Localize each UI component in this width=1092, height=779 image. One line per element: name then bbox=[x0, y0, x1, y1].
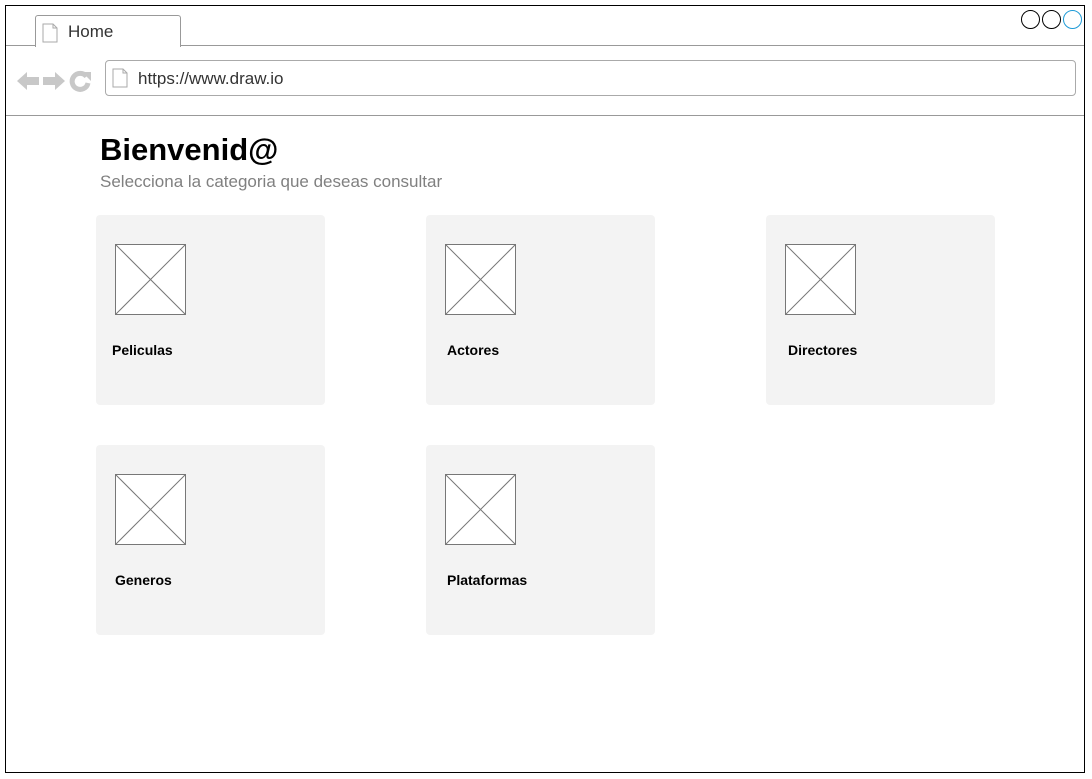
image-placeholder-icon bbox=[115, 474, 186, 545]
nav-buttons bbox=[16, 69, 92, 93]
close-button[interactable] bbox=[1063, 10, 1082, 29]
category-card-actores[interactable]: Actores bbox=[426, 215, 655, 405]
image-placeholder-icon bbox=[785, 244, 856, 315]
url-text[interactable]: https://www.draw.io bbox=[138, 69, 284, 89]
category-card-plataformas[interactable]: Plataformas bbox=[426, 445, 655, 635]
tab-label: Home bbox=[68, 22, 114, 41]
window-controls bbox=[1021, 10, 1082, 29]
category-label: Directores bbox=[788, 342, 858, 358]
page-title: Bienvenid@ bbox=[100, 132, 279, 167]
category-label: Generos bbox=[115, 572, 172, 588]
category-label: Actores bbox=[447, 342, 500, 358]
browser-window: Home https://www.draw.io Bienvenid@ Sele… bbox=[5, 5, 1085, 773]
arrow-right-icon[interactable] bbox=[42, 70, 66, 92]
category-label: Peliculas bbox=[112, 342, 173, 358]
minimize-button[interactable] bbox=[1021, 10, 1040, 29]
navigation-bar: https://www.draw.io bbox=[6, 46, 1084, 116]
page-subtitle: Selecciona la categoria que deseas consu… bbox=[100, 172, 443, 191]
tab-home[interactable]: Home bbox=[35, 15, 181, 47]
page-icon bbox=[112, 68, 128, 93]
category-card-peliculas[interactable]: Peliculas bbox=[96, 215, 325, 405]
image-placeholder-icon bbox=[445, 474, 516, 545]
tab-bar: Home bbox=[6, 6, 1084, 47]
category-card-directores[interactable]: Directores bbox=[766, 215, 995, 405]
address-bar[interactable]: https://www.draw.io bbox=[105, 60, 1076, 96]
arrow-left-icon[interactable] bbox=[16, 70, 40, 92]
image-placeholder-icon bbox=[445, 244, 516, 315]
reload-icon[interactable] bbox=[68, 69, 92, 93]
category-card-generos[interactable]: Generos bbox=[96, 445, 325, 635]
maximize-button[interactable] bbox=[1042, 10, 1061, 29]
image-placeholder-icon bbox=[115, 244, 186, 315]
category-label: Plataformas bbox=[447, 572, 528, 588]
page-icon bbox=[42, 23, 58, 48]
